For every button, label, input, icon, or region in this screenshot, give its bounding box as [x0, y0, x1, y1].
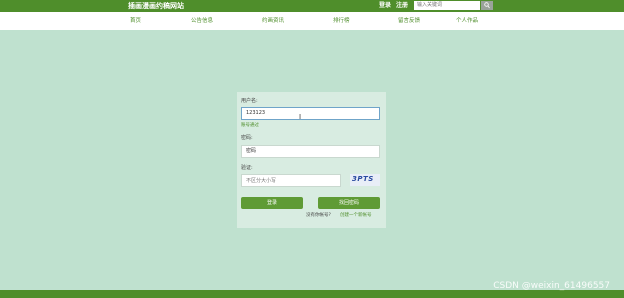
- username-label: 用户名:: [241, 98, 258, 104]
- nav-item-feedback[interactable]: 留言反馈: [398, 17, 420, 25]
- site-title: 插画漫画约稿网站: [128, 2, 184, 10]
- nav-item-personal-works[interactable]: 个人作品: [456, 17, 478, 25]
- captcha-label: 验证:: [241, 165, 253, 171]
- text-cursor-icon: I: [299, 113, 302, 121]
- watermark: CSDN @weixin_61496557: [493, 281, 610, 291]
- password-input[interactable]: 密码: [241, 145, 380, 158]
- username-input[interactable]: 123123: [241, 107, 380, 120]
- reset-password-button[interactable]: 找回密码: [318, 197, 380, 209]
- nav-item-news[interactable]: 约画资讯: [262, 17, 284, 25]
- nav-item-home[interactable]: 首页: [130, 17, 141, 25]
- username-hint: 账号通过: [241, 123, 259, 128]
- captcha-input[interactable]: [241, 174, 341, 187]
- create-account-link[interactable]: 创建一个新帐号: [340, 213, 372, 219]
- top-header-bar: 插画漫画约稿网站 登录 注册: [0, 0, 624, 12]
- captcha-text: 3PTS: [352, 175, 374, 183]
- captcha-image[interactable]: 3PTS: [350, 174, 380, 186]
- search-input[interactable]: [414, 1, 480, 10]
- register-link[interactable]: 注册: [396, 1, 408, 11]
- login-link[interactable]: 登录: [379, 1, 391, 11]
- nav-item-announcements[interactable]: 公告信息: [191, 17, 213, 25]
- bottom-footer-bar: [0, 290, 624, 298]
- nav-item-ranking[interactable]: 排行榜: [333, 17, 350, 25]
- main-nav: 首页 公告信息 约画资讯 排行榜 留言反馈 个人作品: [0, 12, 624, 30]
- login-button[interactable]: 登录: [241, 197, 303, 209]
- password-label: 密码:: [241, 135, 253, 141]
- no-account-text: 没有你帐号?: [306, 213, 331, 218]
- search-icon: [484, 2, 490, 9]
- search-button[interactable]: [481, 1, 493, 10]
